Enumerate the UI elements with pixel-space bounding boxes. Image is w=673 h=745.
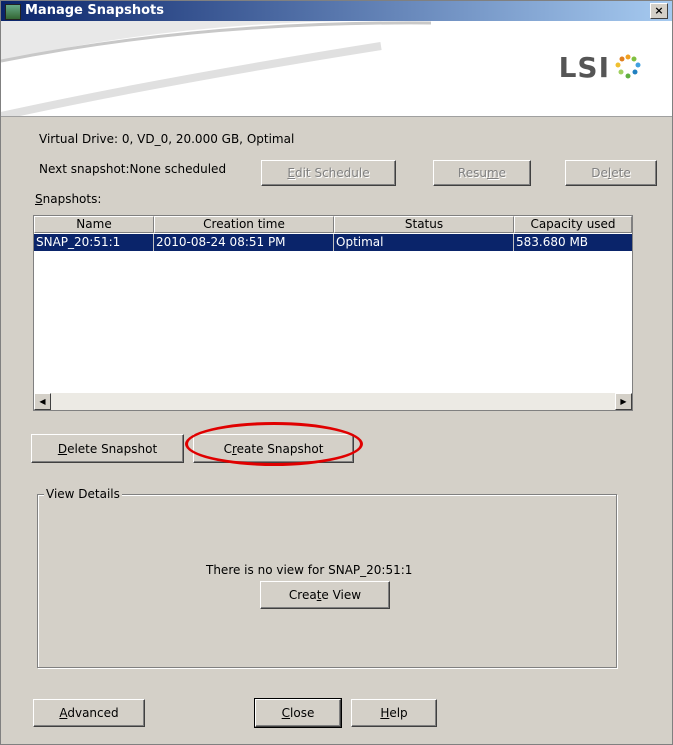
create-snapshot-highlight-ring bbox=[185, 422, 363, 466]
column-header-creation-time[interactable]: Creation time bbox=[154, 216, 334, 233]
lsi-logo: LSI bbox=[558, 51, 610, 84]
window-title: Manage Snapshots bbox=[25, 3, 164, 18]
manage-snapshots-dialog: Manage Snapshots × LSI Virtual Drive: 0,… bbox=[0, 0, 673, 745]
scroll-right-icon[interactable]: ▶ bbox=[615, 393, 632, 410]
advanced-button[interactable]: Advanced bbox=[33, 699, 145, 727]
cell-creation-time: 2010-08-24 08:51 PM bbox=[154, 234, 334, 251]
close-button[interactable]: Close bbox=[254, 698, 342, 728]
scroll-left-icon[interactable]: ◀ bbox=[34, 393, 51, 410]
cell-name: SNAP_20:51:1 bbox=[34, 234, 154, 251]
view-details-group: View Details There is no view for SNAP_2… bbox=[37, 487, 617, 668]
lsi-logo-icon bbox=[615, 54, 641, 79]
resume-button[interactable]: Resume bbox=[433, 160, 531, 186]
delete-snapshot-button[interactable]: Delete Snapshot bbox=[31, 434, 184, 463]
edit-schedule-button[interactable]: Edit Schedule bbox=[261, 160, 396, 186]
help-button[interactable]: Help bbox=[351, 699, 437, 727]
title-bar[interactable]: Manage Snapshots × bbox=[1, 1, 672, 21]
table-header: Name Creation time Status Capacity used bbox=[34, 216, 632, 234]
virtual-drive-info: Virtual Drive: 0, VD_0, 20.000 GB, Optim… bbox=[39, 132, 295, 146]
app-icon bbox=[5, 4, 21, 20]
table-row[interactable]: SNAP_20:51:1 2010-08-24 08:51 PM Optimal… bbox=[34, 234, 632, 251]
column-header-status[interactable]: Status bbox=[334, 216, 514, 233]
cell-status: Optimal bbox=[334, 234, 514, 251]
close-window-button[interactable]: × bbox=[650, 3, 668, 19]
create-view-button[interactable]: Create View bbox=[260, 581, 390, 609]
view-details-legend: View Details bbox=[44, 487, 122, 501]
snapshots-label: Snapshots: bbox=[35, 192, 102, 206]
no-view-message: There is no view for SNAP_20:51:1 bbox=[206, 563, 413, 577]
next-snapshot-info: Next snapshot:None scheduled bbox=[39, 162, 227, 176]
header-banner: LSI bbox=[1, 21, 672, 117]
delete-schedule-button[interactable]: Delete bbox=[565, 160, 657, 186]
snapshots-table[interactable]: Name Creation time Status Capacity used … bbox=[33, 215, 633, 411]
column-header-capacity-used[interactable]: Capacity used bbox=[514, 216, 632, 233]
cell-capacity: 583.680 MB bbox=[516, 235, 589, 249]
horizontal-scrollbar[interactable]: ◀ ▶ bbox=[34, 393, 632, 410]
column-header-name[interactable]: Name bbox=[34, 216, 154, 233]
